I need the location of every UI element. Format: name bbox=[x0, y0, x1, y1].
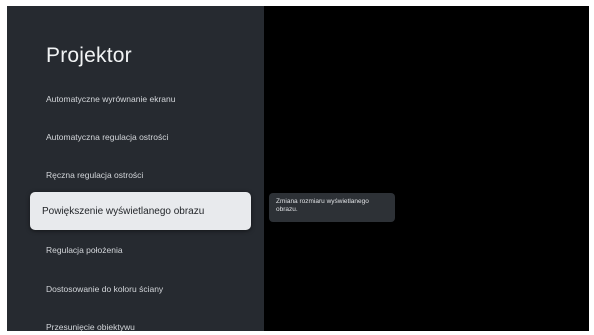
menu-item-auto-keystone[interactable]: Automatyczne wyrównanie ekranu bbox=[30, 80, 251, 118]
menu-item-position-adjustment[interactable]: Regulacja położenia bbox=[30, 231, 251, 269]
menu-item-image-zoom[interactable]: Powiększenie wyświetlanego obrazu bbox=[30, 192, 251, 230]
panel-title: Projektor bbox=[46, 44, 132, 67]
tv-screen: Projektor Automatyczne wyrównanie ekranu… bbox=[7, 6, 589, 331]
menu-item-wall-color[interactable]: Dostosowanie do koloru ściany bbox=[30, 270, 251, 308]
description-tooltip: Zmiana rozmiaru wyświetlanego obrazu. bbox=[269, 193, 395, 222]
settings-panel: Projektor Automatyczne wyrównanie ekranu… bbox=[7, 6, 264, 331]
menu-item-auto-focus[interactable]: Automatyczna regulacja ostrości bbox=[30, 118, 251, 156]
menu-item-manual-focus[interactable]: Ręczna regulacja ostrości bbox=[30, 156, 251, 194]
menu-item-lens-shift[interactable]: Przesunięcie obiektywu bbox=[30, 308, 251, 331]
